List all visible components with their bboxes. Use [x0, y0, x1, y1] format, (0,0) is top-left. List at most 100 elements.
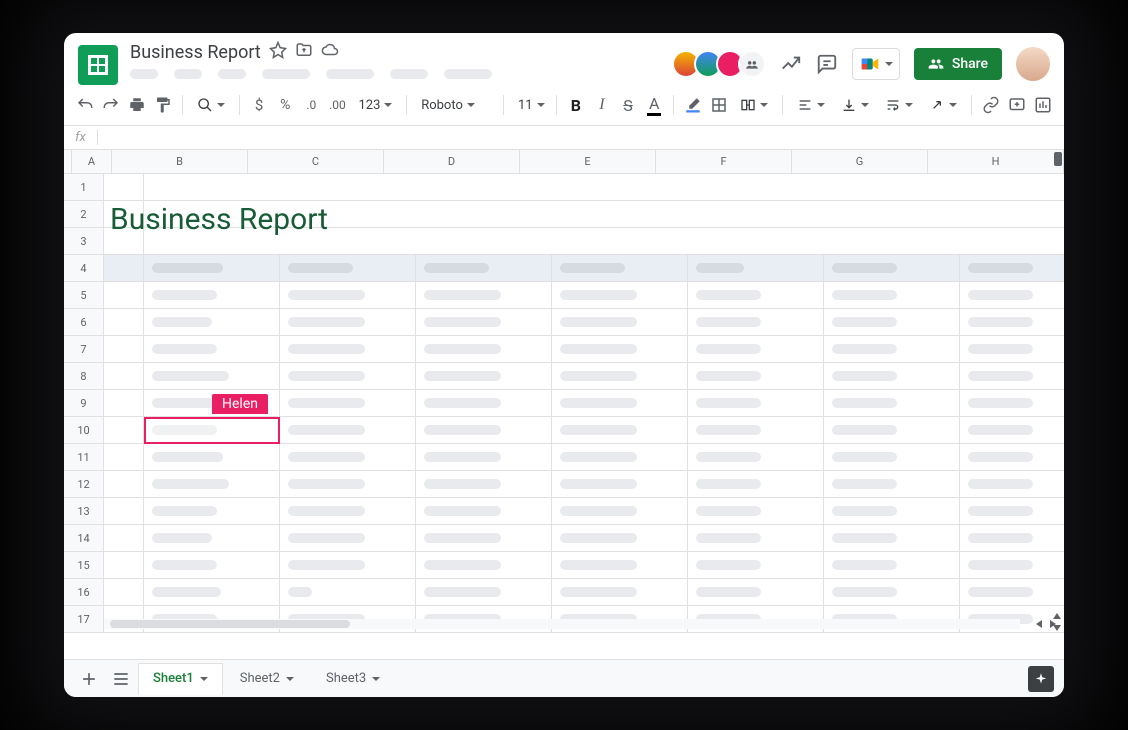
vertical-align-dropdown[interactable]	[835, 91, 875, 119]
bold-button[interactable]: B	[565, 91, 587, 119]
share-label: Share	[952, 56, 988, 72]
fill-color-button[interactable]	[682, 91, 704, 119]
table-row: 5	[64, 282, 1064, 309]
rows: 1 2 3 Business Report 4 5 6 7 8 9 10	[64, 174, 1064, 633]
font-size-dropdown[interactable]: 11	[512, 91, 548, 119]
chevron-down-icon	[286, 677, 294, 681]
app-window: Business Report	[64, 33, 1064, 697]
insert-chart-button[interactable]	[1032, 91, 1054, 119]
undo-button[interactable]	[74, 91, 96, 119]
row-header[interactable]: 9	[64, 390, 104, 416]
row-header[interactable]: 7	[64, 336, 104, 362]
star-icon[interactable]	[269, 41, 287, 63]
paint-format-button[interactable]	[152, 91, 174, 119]
sheet-tab[interactable]: Sheet3	[311, 663, 395, 695]
menu-item[interactable]	[218, 69, 246, 79]
redo-button[interactable]	[100, 91, 122, 119]
row-header[interactable]: 6	[64, 309, 104, 335]
currency-button[interactable]: $	[248, 91, 270, 119]
row-header[interactable]: 16	[64, 579, 104, 605]
collaborator-name-tag: Helen	[212, 394, 268, 414]
decrease-decimal-button[interactable]: .0	[300, 91, 322, 119]
column-headers: A B C D E F G H	[64, 150, 1064, 174]
horizontal-align-dropdown[interactable]	[791, 91, 831, 119]
sheet-tab[interactable]: Sheet1	[138, 663, 223, 695]
zoom-dropdown[interactable]	[191, 91, 231, 119]
column-header[interactable]: G	[792, 150, 928, 173]
strikethrough-button[interactable]: S	[617, 91, 639, 119]
row-header[interactable]: 14	[64, 525, 104, 551]
menu-item[interactable]	[174, 69, 202, 79]
menu-item[interactable]	[130, 69, 158, 79]
header: Business Report	[64, 33, 1064, 85]
scroll-down-icon[interactable]	[1053, 625, 1061, 631]
meet-button[interactable]	[852, 48, 900, 80]
table-header-row: 4	[64, 255, 1064, 282]
row-header[interactable]: 13	[64, 498, 104, 524]
row-header[interactable]: 5	[64, 282, 104, 308]
row-header[interactable]: 8	[64, 363, 104, 389]
activity-icon[interactable]	[780, 53, 802, 75]
collaborator-avatars[interactable]	[672, 50, 766, 78]
column-header[interactable]: A	[72, 150, 112, 173]
add-sheet-button[interactable]	[74, 664, 104, 694]
font-dropdown[interactable]: Roboto	[415, 91, 495, 119]
menu-item[interactable]	[444, 69, 492, 79]
sheet-title-cell[interactable]: Business Report	[110, 202, 328, 237]
chevron-down-icon	[372, 677, 380, 681]
text-wrap-dropdown[interactable]	[879, 91, 919, 119]
sheet-tab[interactable]: Sheet2	[225, 663, 309, 695]
print-button[interactable]	[126, 91, 148, 119]
row-header[interactable]: 4	[64, 255, 104, 281]
column-header[interactable]: D	[384, 150, 520, 173]
insert-link-button[interactable]	[980, 91, 1002, 119]
comments-icon[interactable]	[816, 53, 838, 75]
borders-button[interactable]	[708, 91, 730, 119]
menu-item[interactable]	[390, 69, 428, 79]
document-title[interactable]: Business Report	[130, 42, 261, 63]
row-header[interactable]: 12	[64, 471, 104, 497]
percent-button[interactable]: %	[274, 91, 296, 119]
italic-button[interactable]: I	[591, 91, 613, 119]
menu-bar[interactable]	[130, 69, 660, 79]
vertical-scrollbar[interactable]	[1052, 150, 1062, 659]
text-rotation-dropdown[interactable]	[923, 91, 963, 119]
row-header[interactable]: 11	[64, 444, 104, 470]
sheets-logo[interactable]	[78, 45, 118, 85]
spreadsheet-grid[interactable]: A B C D E F G H 1 2 3 Business Report 4	[64, 150, 1064, 659]
table-row: 13	[64, 498, 1064, 525]
row-header[interactable]: 1	[64, 174, 104, 200]
number-format-dropdown[interactable]: 123	[352, 91, 398, 119]
insert-comment-button[interactable]	[1006, 91, 1028, 119]
scroll-left-icon[interactable]	[1036, 620, 1042, 628]
fx-label: fx	[64, 130, 98, 145]
column-header[interactable]: H	[928, 150, 1064, 173]
share-button[interactable]: Share	[914, 48, 1002, 80]
row-header[interactable]: 2	[64, 201, 104, 227]
move-folder-icon[interactable]	[295, 41, 313, 63]
user-avatar[interactable]	[1016, 47, 1050, 81]
column-header[interactable]: F	[656, 150, 792, 173]
explore-button[interactable]	[1028, 666, 1054, 692]
column-header[interactable]: B	[112, 150, 248, 173]
merge-cells-dropdown[interactable]	[734, 91, 774, 119]
menu-item[interactable]	[262, 69, 310, 79]
select-all-corner[interactable]	[64, 150, 72, 173]
menu-item[interactable]	[326, 69, 374, 79]
text-color-button[interactable]: A	[643, 91, 665, 119]
cloud-status-icon[interactable]	[321, 41, 339, 63]
row-header[interactable]: 15	[64, 552, 104, 578]
title-area: Business Report	[130, 41, 660, 79]
horizontal-scrollbar[interactable]	[64, 615, 1064, 633]
table-row: 8	[64, 363, 1064, 390]
scroll-up-icon[interactable]	[1053, 613, 1061, 619]
avatar-more[interactable]	[738, 50, 766, 78]
row-header[interactable]: 10	[64, 417, 104, 443]
chevron-down-icon	[885, 62, 893, 66]
all-sheets-button[interactable]	[106, 664, 136, 694]
column-header[interactable]: E	[520, 150, 656, 173]
increase-decimal-button[interactable]: .00	[326, 91, 348, 119]
row-header[interactable]: 3	[64, 228, 104, 254]
column-header[interactable]: C	[248, 150, 384, 173]
chevron-down-icon	[200, 677, 208, 681]
